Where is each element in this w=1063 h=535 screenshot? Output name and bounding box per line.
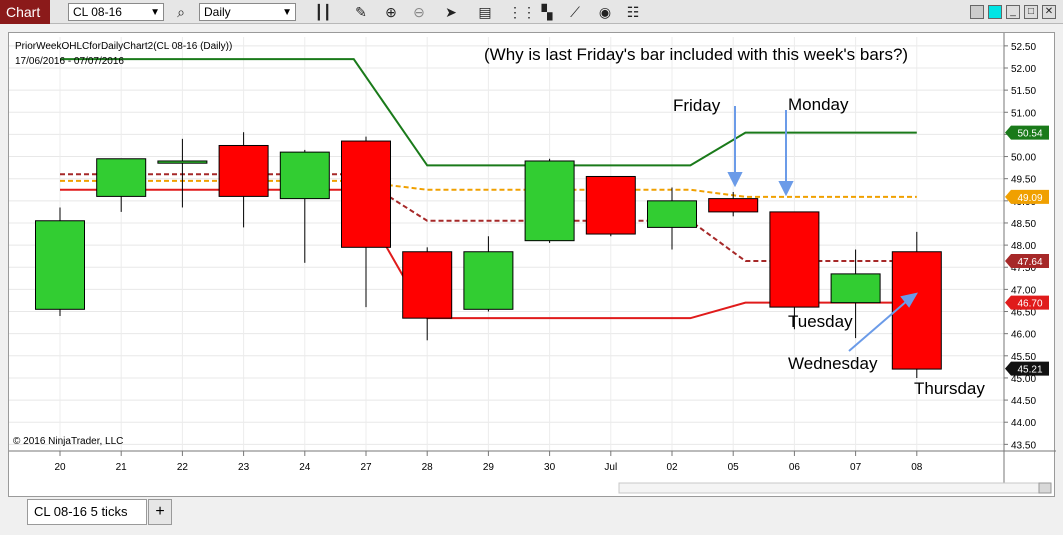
x-tick-label: 22	[177, 462, 189, 473]
chart-canvas[interactable]: 52.5052.0051.5051.0050.5050.0049.5049.00…	[9, 33, 1056, 498]
candle-body[interactable]	[218, 144, 269, 197]
y-tick-label: 50.00	[1011, 153, 1036, 164]
y-tick-label: 52.00	[1011, 64, 1036, 75]
y-tick-label: 47.00	[1011, 285, 1036, 296]
price-marker-label: 47.64	[1017, 257, 1042, 268]
x-tick-label: 27	[360, 462, 372, 473]
x-tick-label: 29	[483, 462, 495, 473]
x-tick-label: 08	[911, 462, 923, 473]
toolbar: Chart CL 08-16 ▼ ⌕ Daily ▼ ┃┃ ✎ ⊕ ⊖ ➤ ▤ …	[0, 0, 1063, 24]
indicator-icon[interactable]: ⟋	[566, 3, 584, 21]
y-tick-label: 49.50	[1011, 175, 1036, 186]
copyright-label: © 2016 NinjaTrader, LLC	[13, 436, 123, 447]
price-marker-label: 49.09	[1017, 193, 1042, 204]
candle-body[interactable]	[891, 251, 942, 370]
price-marker-label: 50.54	[1017, 129, 1042, 140]
y-tick-label: 44.50	[1011, 396, 1036, 407]
scrollbar-thumb[interactable]	[1038, 482, 1052, 494]
x-tick-label: 21	[116, 462, 128, 473]
add-tab-button[interactable]: +	[148, 499, 172, 525]
candle-body[interactable]	[341, 140, 391, 248]
maximize-button[interactable]: □	[1024, 5, 1038, 19]
candle-body[interactable]	[279, 151, 330, 200]
x-tick-label: 20	[54, 462, 66, 473]
y-tick-label: 44.00	[1011, 418, 1036, 429]
x-tick-label: 30	[544, 462, 556, 473]
x-tick-label: 23	[238, 462, 250, 473]
candle-body[interactable]	[585, 175, 636, 235]
minimize-button[interactable]: _	[1006, 5, 1020, 19]
x-tick-label: Jul	[604, 462, 617, 473]
window-color-button[interactable]	[970, 5, 984, 19]
y-tick-label: 51.50	[1011, 86, 1036, 97]
chevron-down-icon: ▼	[282, 7, 292, 18]
candle-body[interactable]	[35, 220, 85, 310]
search-icon[interactable]: ⌕	[172, 3, 190, 21]
y-tick-label: 43.50	[1011, 440, 1036, 451]
link-color-button[interactable]	[988, 5, 1002, 19]
x-tick-label: 28	[422, 462, 434, 473]
app-label[interactable]: Chart	[0, 0, 50, 24]
y-tick-label: 51.00	[1011, 108, 1036, 119]
monday-arrowhead	[778, 181, 794, 197]
bar-type-icon[interactable]: ┃┃	[314, 3, 332, 21]
thursday-annotation: Thursday	[914, 379, 985, 398]
chart-panel[interactable]: 52.5052.0051.5051.0050.5050.0049.5049.00…	[8, 32, 1056, 498]
refresh-icon[interactable]: ◉	[596, 3, 614, 21]
candle-body[interactable]	[830, 273, 881, 304]
data-box-icon[interactable]: ▤	[476, 3, 494, 21]
x-tick-label: 24	[299, 462, 311, 473]
candle-body[interactable]	[708, 198, 759, 213]
monday-annotation: Monday	[788, 95, 849, 114]
properties-icon[interactable]: ☷	[624, 3, 642, 21]
instrument-select[interactable]: CL 08-16 ▼	[68, 3, 164, 21]
draw-icon[interactable]: ✎	[352, 3, 370, 21]
interval-select[interactable]: Daily ▼	[199, 3, 296, 21]
zoom-in-icon[interactable]: ⊕	[382, 3, 400, 21]
close-button[interactable]: ✕	[1042, 5, 1056, 19]
friday-annotation: Friday	[673, 96, 721, 115]
candle-body[interactable]	[96, 158, 147, 197]
x-tick-label: 06	[789, 462, 801, 473]
price-marker-label: 45.21	[1017, 365, 1042, 376]
scrollbar-track[interactable]	[618, 482, 1052, 494]
instrument-value: CL 08-16	[73, 5, 122, 19]
y-tick-label: 52.50	[1011, 42, 1036, 53]
indicator-label: PriorWeekOHLCforDailyChart2(CL 08-16 (Da…	[15, 41, 232, 52]
y-tick-label: 46.00	[1011, 330, 1036, 341]
pointer-icon[interactable]: ➤	[442, 3, 460, 21]
tab-instrument[interactable]: CL 08-16 5 ticks	[27, 499, 147, 525]
candle-body[interactable]	[463, 251, 514, 310]
y-tick-label: 48.50	[1011, 219, 1036, 230]
y-tick-label: 48.00	[1011, 241, 1036, 252]
wednesday-annotation: Wednesday	[788, 354, 878, 373]
candle-body[interactable]	[402, 251, 453, 319]
candle-body[interactable]	[157, 160, 208, 164]
candle-body[interactable]	[524, 160, 575, 242]
candle-body[interactable]	[769, 211, 820, 308]
tuesday-annotation: Tuesday	[788, 312, 853, 331]
chevron-down-icon: ▼	[150, 7, 160, 18]
question-annotation: (Why is last Friday's bar included with …	[484, 45, 908, 64]
x-tick-label: 05	[728, 462, 740, 473]
x-tick-label: 07	[850, 462, 862, 473]
layout-icon[interactable]: ▚	[538, 3, 556, 21]
bottom-tab-bar: CL 08-16 5 ticks +	[0, 497, 1063, 535]
x-tick-label: 02	[666, 462, 678, 473]
date-range-label: 17/06/2016 - 07/07/2016	[15, 56, 124, 67]
y-tick-label: 45.50	[1011, 352, 1036, 363]
price-marker-label: 46.70	[1017, 299, 1042, 310]
strategy-icon[interactable]: ⋮⋮	[508, 3, 536, 21]
candle-body[interactable]	[647, 200, 697, 228]
interval-value: Daily	[204, 5, 231, 19]
zoom-out-icon[interactable]: ⊖	[410, 3, 428, 21]
